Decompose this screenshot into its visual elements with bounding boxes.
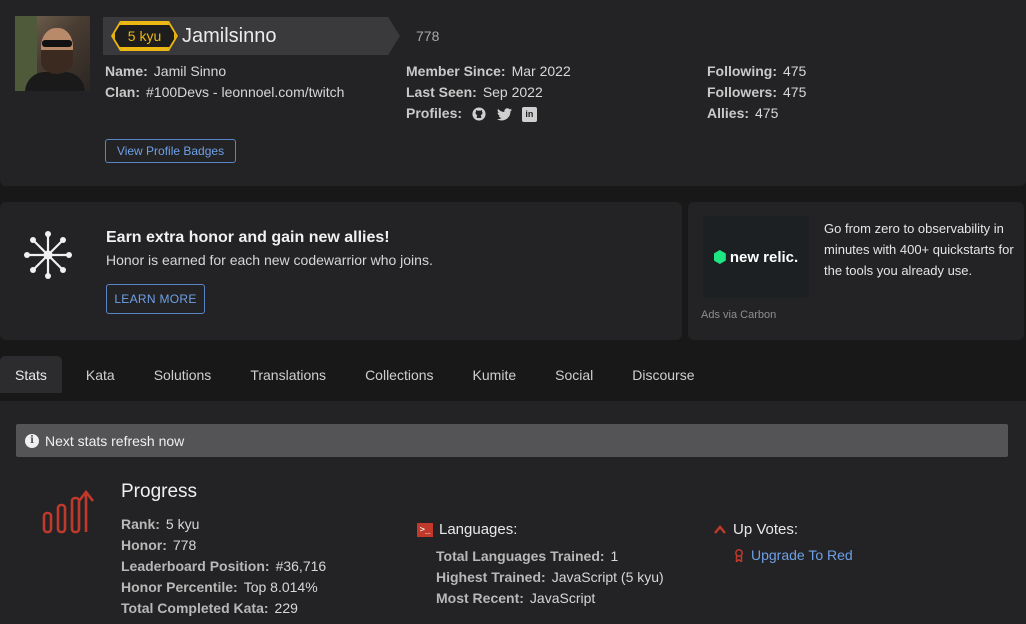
view-profile-badges-button[interactable]: View Profile Badges <box>105 139 236 163</box>
tab-discourse[interactable]: Discourse <box>617 356 709 393</box>
username: Jamilsinno <box>182 25 277 47</box>
twitter-icon[interactable] <box>496 107 512 122</box>
highest-trained-label: Highest Trained: <box>436 569 546 585</box>
honor-score: 778 <box>416 28 440 44</box>
completed-kata-stat: Total Completed Kata: 229 <box>121 600 298 616</box>
terminal-icon: >_ <box>417 522 433 537</box>
member-since-value: Mar 2022 <box>511 63 571 79</box>
honor-stat-value: 778 <box>172 537 197 553</box>
linkedin-icon[interactable]: in <box>521 106 537 122</box>
leaderboard-stat-value: #36,716 <box>275 558 327 574</box>
upvotes-heading: Up Votes: <box>714 521 798 538</box>
allies-value: 475 <box>755 105 779 121</box>
highest-trained-stat: Highest Trained: JavaScript (5 kyu) <box>436 569 664 585</box>
notice-text: Next stats refresh now <box>45 432 185 449</box>
progress-chart-icon <box>42 489 95 534</box>
avatar[interactable] <box>15 16 90 91</box>
last-seen-label: Last Seen: <box>406 84 477 100</box>
allies-label: Allies: <box>707 105 750 121</box>
most-recent-stat: Most Recent: JavaScript <box>436 590 595 606</box>
completed-kata-stat-label: Total Completed Kata: <box>121 600 269 616</box>
followers-row[interactable]: Followers: 475 <box>707 84 806 100</box>
rank-stat-value: 5 kyu <box>165 516 200 532</box>
stats-refresh-notice: i Next stats refresh now <box>16 424 1008 457</box>
rank-stat-label: Rank: <box>121 516 160 532</box>
name-row: Name: Jamil Sinno <box>105 63 226 79</box>
percentile-stat-label: Honor Percentile: <box>121 579 238 595</box>
member-since-label: Member Since: <box>406 63 506 79</box>
info-icon: i <box>25 433 39 448</box>
highest-trained-value: JavaScript (5 kyu) <box>551 569 664 585</box>
ribbon-icon <box>735 548 743 562</box>
profiles-label: Profiles: <box>406 105 463 121</box>
last-seen-value: Sep 2022 <box>482 84 543 100</box>
rank-badge: 5 kyu <box>113 23 176 49</box>
tab-stats[interactable]: Stats <box>0 356 62 393</box>
promo-subtitle: Honor is earned for each new codewarrior… <box>106 252 433 268</box>
most-recent-value: JavaScript <box>529 590 596 606</box>
network-icon <box>24 231 72 279</box>
ad-logo-text: new relic. <box>729 248 799 266</box>
progress-title: Progress <box>121 481 198 502</box>
tab-solutions[interactable]: Solutions <box>139 356 227 393</box>
ads-via-carbon-link[interactable]: Ads via Carbon <box>701 309 776 321</box>
promo-title: Earn extra honor and gain new allies! <box>106 229 390 246</box>
followers-label: Followers: <box>707 84 778 100</box>
ad-text[interactable]: Go from zero to observability in minutes… <box>824 218 1014 281</box>
allies-row[interactable]: Allies: 475 <box>707 105 778 121</box>
name-value: Jamil Sinno <box>153 63 227 79</box>
new-relic-logo-icon <box>713 250 726 264</box>
profiles-row: Profiles: in <box>406 105 537 122</box>
clan-label: Clan: <box>105 84 140 100</box>
clan-value: #100Devs - leonnoel.com/twitch <box>146 84 345 100</box>
following-value: 475 <box>782 63 807 79</box>
last-seen-row: Last Seen: Sep 2022 <box>406 84 543 100</box>
completed-kata-stat-value: 229 <box>274 600 298 616</box>
github-icon[interactable] <box>472 107 487 122</box>
following-label: Following: <box>707 63 777 79</box>
languages-trained-stat: Total Languages Trained: 1 <box>436 548 618 564</box>
languages-heading: >_ Languages: <box>417 521 517 538</box>
percentile-stat-value: Top 8.014% <box>243 579 318 595</box>
honor-stat-label: Honor: <box>121 537 167 553</box>
honor-stat: Honor: 778 <box>121 537 196 553</box>
languages-title: Languages: <box>439 521 518 538</box>
upvotes-title: Up Votes: <box>733 521 799 538</box>
tab-kata[interactable]: Kata <box>71 356 130 393</box>
upgrade-to-red-text[interactable]: Upgrade To Red <box>751 547 853 563</box>
most-recent-label: Most Recent: <box>436 590 524 606</box>
upgrade-to-red-link[interactable]: Upgrade To Red <box>735 547 853 563</box>
tab-translations[interactable]: Translations <box>235 356 341 393</box>
clan-row: Clan: #100Devs - leonnoel.com/twitch <box>105 84 344 100</box>
leaderboard-stat-label: Leaderboard Position: <box>121 558 270 574</box>
member-since-row: Member Since: Mar 2022 <box>406 63 571 79</box>
following-row[interactable]: Following: 475 <box>707 63 806 79</box>
percentile-stat: Honor Percentile: Top 8.014% <box>121 579 318 595</box>
profile-tabs: Stats Kata Solutions Translations Collec… <box>0 356 719 393</box>
learn-more-button[interactable]: LEARN MORE <box>106 284 205 314</box>
languages-trained-value: 1 <box>610 548 619 564</box>
tab-collections[interactable]: Collections <box>350 356 448 393</box>
rank-stat: Rank: 5 kyu <box>121 516 199 532</box>
chevron-up-icon <box>714 525 726 534</box>
tab-kumite[interactable]: Kumite <box>458 356 532 393</box>
tab-social[interactable]: Social <box>540 356 608 393</box>
languages-trained-label: Total Languages Trained: <box>436 548 605 564</box>
followers-value: 475 <box>783 84 807 100</box>
referral-promo <box>0 202 682 340</box>
ad-logo[interactable]: new relic. <box>703 216 809 298</box>
name-label: Name: <box>105 63 148 79</box>
leaderboard-stat: Leaderboard Position: #36,716 <box>121 558 326 574</box>
